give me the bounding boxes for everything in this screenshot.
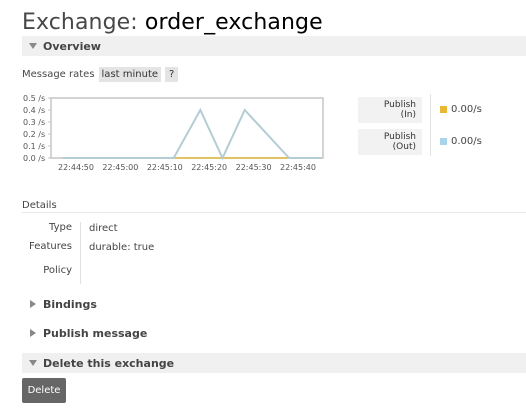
delete-button[interactable]: Delete	[22, 378, 66, 403]
details-label: Details	[22, 200, 57, 211]
x-tick-label: 22:45:10	[147, 163, 183, 172]
y-tick-label: 0.0 /s	[23, 154, 45, 163]
section-publish-title: Publish message	[43, 326, 148, 340]
chevron-down-icon	[29, 360, 37, 366]
x-tick-label: 22:45:20	[191, 163, 227, 172]
features-value: durable: true	[89, 242, 154, 253]
legend-publish-in[interactable]: Publish (In)	[358, 97, 422, 123]
section-delete-header[interactable]: Delete this exchange	[22, 353, 526, 373]
legend-publish-out[interactable]: Publish (Out)	[358, 129, 422, 155]
legend-value-in: 0.00/s	[451, 104, 482, 115]
chevron-right-icon	[30, 300, 36, 308]
x-tick-label: 22:45:40	[280, 163, 316, 172]
legend-swatch-in	[440, 106, 447, 113]
durable-value: true	[133, 242, 155, 253]
chevron-right-icon	[30, 329, 36, 337]
details-key-divider	[80, 222, 81, 284]
details-divider	[22, 212, 526, 213]
section-bindings-header[interactable]: Bindings	[22, 294, 526, 314]
section-bindings-title: Bindings	[43, 297, 97, 311]
x-tick-label: 22:44:50	[58, 163, 94, 172]
type-value: direct	[89, 223, 118, 234]
y-tick-label: 0.5 /s	[23, 94, 45, 103]
section-publish-header[interactable]: Publish message	[22, 323, 526, 343]
y-tick-label: 0.3 /s	[23, 118, 45, 127]
legend-label: Publish	[383, 132, 416, 142]
y-tick-label: 0.1 /s	[23, 142, 45, 151]
legend-value-out: 0.00/s	[451, 136, 482, 147]
y-tick-label: 0.4 /s	[23, 106, 45, 115]
legend-swatch-out	[440, 138, 447, 145]
x-tick-label: 22:45:00	[102, 163, 138, 172]
y-tick-label: 0.2 /s	[23, 130, 45, 139]
features-key: Features	[29, 241, 72, 252]
durable-key: durable:	[89, 242, 131, 253]
legend-label-sub: (Out)	[392, 142, 416, 152]
policy-key: Policy	[43, 265, 72, 276]
legend-divider	[430, 94, 431, 156]
legend-label: Publish	[383, 100, 416, 110]
section-delete-title: Delete this exchange	[43, 356, 175, 370]
chart-plot-area	[50, 97, 324, 159]
type-key: Type	[49, 222, 72, 233]
x-tick-label: 22:45:30	[236, 163, 272, 172]
legend-label-sub: (In)	[400, 110, 416, 120]
